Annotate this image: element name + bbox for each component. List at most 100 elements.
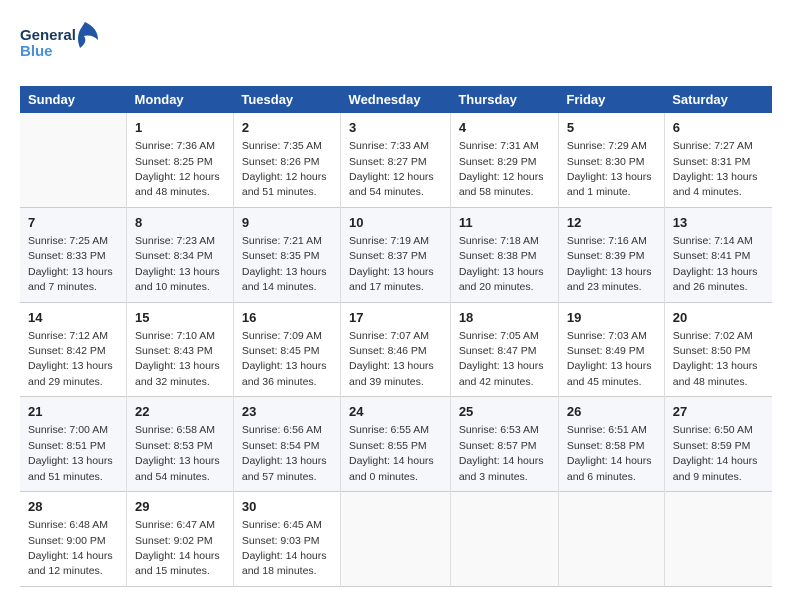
week-row-4: 21 Sunrise: 7:00 AM Sunset: 8:51 PM Dayli… xyxy=(20,397,772,492)
day-info: Sunrise: 7:18 AM Sunset: 8:38 PM Dayligh… xyxy=(459,235,544,293)
day-cell xyxy=(558,492,664,587)
day-info: Sunrise: 7:21 AM Sunset: 8:35 PM Dayligh… xyxy=(242,235,327,293)
day-cell xyxy=(450,492,558,587)
day-number: 7 xyxy=(28,214,118,232)
day-info: Sunrise: 6:45 AM Sunset: 9:03 PM Dayligh… xyxy=(242,519,327,577)
day-number: 24 xyxy=(349,403,442,421)
day-number: 17 xyxy=(349,309,442,327)
day-cell: 9 Sunrise: 7:21 AM Sunset: 8:35 PM Daylig… xyxy=(233,207,340,302)
logo-svg: General Blue xyxy=(20,20,100,70)
day-number: 6 xyxy=(673,119,764,137)
day-number: 4 xyxy=(459,119,550,137)
day-number: 27 xyxy=(673,403,764,421)
day-info: Sunrise: 7:03 AM Sunset: 8:49 PM Dayligh… xyxy=(567,330,652,388)
day-cell: 8 Sunrise: 7:23 AM Sunset: 8:34 PM Daylig… xyxy=(127,207,234,302)
svg-text:Blue: Blue xyxy=(20,43,53,60)
day-info: Sunrise: 7:14 AM Sunset: 8:41 PM Dayligh… xyxy=(673,235,758,293)
col-header-tuesday: Tuesday xyxy=(233,86,340,113)
day-number: 16 xyxy=(242,309,332,327)
day-info: Sunrise: 6:53 AM Sunset: 8:57 PM Dayligh… xyxy=(459,424,544,482)
day-cell: 3Sunrise: 7:33 AM Sunset: 8:27 PM Daylig… xyxy=(341,113,451,207)
day-cell xyxy=(20,113,127,207)
day-cell: 18 Sunrise: 7:05 AM Sunset: 8:47 PM Dayli… xyxy=(450,302,558,397)
day-number: 13 xyxy=(673,214,764,232)
day-number: 12 xyxy=(567,214,656,232)
day-number: 20 xyxy=(673,309,764,327)
day-cell: 21 Sunrise: 7:00 AM Sunset: 8:51 PM Dayli… xyxy=(20,397,127,492)
week-row-1: 1 Sunrise: 7:36 AM Sunset: 8:25 PM Daylig… xyxy=(20,113,772,207)
day-info: Sunrise: 6:47 AM Sunset: 9:02 PM Dayligh… xyxy=(135,519,220,577)
col-header-thursday: Thursday xyxy=(450,86,558,113)
day-number: 19 xyxy=(567,309,656,327)
day-cell xyxy=(664,492,772,587)
day-cell: 1 Sunrise: 7:36 AM Sunset: 8:25 PM Daylig… xyxy=(127,113,234,207)
day-cell: 20 Sunrise: 7:02 AM Sunset: 8:50 PM Dayli… xyxy=(664,302,772,397)
col-header-sunday: Sunday xyxy=(20,86,127,113)
day-cell: 30 Sunrise: 6:45 AM Sunset: 9:03 PM Dayli… xyxy=(233,492,340,587)
page-header: General Blue xyxy=(20,20,772,70)
day-number: 10 xyxy=(349,214,442,232)
day-info: Sunrise: 7:09 AM Sunset: 8:45 PM Dayligh… xyxy=(242,330,327,388)
day-info: Sunrise: 7:23 AM Sunset: 8:34 PM Dayligh… xyxy=(135,235,220,293)
day-info: Sunrise: 7:29 AM Sunset: 8:30 PM Dayligh… xyxy=(567,140,652,198)
day-number: 14 xyxy=(28,309,118,327)
day-info: Sunrise: 7:10 AM Sunset: 8:43 PM Dayligh… xyxy=(135,330,220,388)
day-cell: 6 Sunrise: 7:27 AM Sunset: 8:31 PM Daylig… xyxy=(664,113,772,207)
day-number: 22 xyxy=(135,403,225,421)
day-number: 1 xyxy=(135,119,225,137)
svg-text:General: General xyxy=(20,27,76,44)
day-info: Sunrise: 6:55 AM Sunset: 8:55 PM Dayligh… xyxy=(349,424,434,482)
day-number: 18 xyxy=(459,309,550,327)
day-number: 29 xyxy=(135,498,225,516)
week-row-3: 14 Sunrise: 7:12 AM Sunset: 8:42 PM Dayli… xyxy=(20,302,772,397)
day-info: Sunrise: 7:02 AM Sunset: 8:50 PM Dayligh… xyxy=(673,330,758,388)
day-cell: 24 Sunrise: 6:55 AM Sunset: 8:55 PM Dayli… xyxy=(341,397,451,492)
day-number: 25 xyxy=(459,403,550,421)
day-cell: 27 Sunrise: 6:50 AM Sunset: 8:59 PM Dayli… xyxy=(664,397,772,492)
day-cell: 2 Sunrise: 7:35 AM Sunset: 8:26 PM Daylig… xyxy=(233,113,340,207)
day-cell: 13 Sunrise: 7:14 AM Sunset: 8:41 PM Dayli… xyxy=(664,207,772,302)
day-info: Sunrise: 7:00 AM Sunset: 8:51 PM Dayligh… xyxy=(28,424,113,482)
day-number: 8 xyxy=(135,214,225,232)
day-info: Sunrise: 7:35 AM Sunset: 8:26 PM Dayligh… xyxy=(242,140,327,198)
day-number: 28 xyxy=(28,498,118,516)
calendar-table: SundayMondayTuesdayWednesdayThursdayFrid… xyxy=(20,86,772,587)
week-row-2: 7 Sunrise: 7:25 AM Sunset: 8:33 PM Daylig… xyxy=(20,207,772,302)
day-info: Sunrise: 7:36 AM Sunset: 8:25 PM Dayligh… xyxy=(135,140,220,198)
col-header-friday: Friday xyxy=(558,86,664,113)
day-number: 26 xyxy=(567,403,656,421)
day-info: Sunrise: 6:50 AM Sunset: 8:59 PM Dayligh… xyxy=(673,424,758,482)
day-info: Sunrise: 7:33 AM Sunset: 8:27 PM Dayligh… xyxy=(349,140,434,198)
day-number: 11 xyxy=(459,214,550,232)
day-number: 9 xyxy=(242,214,332,232)
day-info: Sunrise: 7:12 AM Sunset: 8:42 PM Dayligh… xyxy=(28,330,113,388)
day-cell: 5 Sunrise: 7:29 AM Sunset: 8:30 PM Daylig… xyxy=(558,113,664,207)
col-header-monday: Monday xyxy=(127,86,234,113)
day-cell: 17 Sunrise: 7:07 AM Sunset: 8:46 PM Dayli… xyxy=(341,302,451,397)
column-header-row: SundayMondayTuesdayWednesdayThursdayFrid… xyxy=(20,86,772,113)
day-cell: 26Sunrise: 6:51 AM Sunset: 8:58 PM Dayli… xyxy=(558,397,664,492)
day-number: 5 xyxy=(567,119,656,137)
day-cell: 4Sunrise: 7:31 AM Sunset: 8:29 PM Daylig… xyxy=(450,113,558,207)
day-number: 23 xyxy=(242,403,332,421)
day-cell: 12 Sunrise: 7:16 AM Sunset: 8:39 PM Dayli… xyxy=(558,207,664,302)
day-info: Sunrise: 6:58 AM Sunset: 8:53 PM Dayligh… xyxy=(135,424,220,482)
day-info: Sunrise: 7:16 AM Sunset: 8:39 PM Dayligh… xyxy=(567,235,652,293)
day-number: 15 xyxy=(135,309,225,327)
day-info: Sunrise: 6:56 AM Sunset: 8:54 PM Dayligh… xyxy=(242,424,327,482)
day-info: Sunrise: 7:19 AM Sunset: 8:37 PM Dayligh… xyxy=(349,235,434,293)
day-number: 30 xyxy=(242,498,332,516)
day-number: 2 xyxy=(242,119,332,137)
day-number: 21 xyxy=(28,403,118,421)
week-row-5: 28 Sunrise: 6:48 AM Sunset: 9:00 PM Dayli… xyxy=(20,492,772,587)
day-info: Sunrise: 6:48 AM Sunset: 9:00 PM Dayligh… xyxy=(28,519,113,577)
day-info: Sunrise: 7:27 AM Sunset: 8:31 PM Dayligh… xyxy=(673,140,758,198)
day-info: Sunrise: 7:07 AM Sunset: 8:46 PM Dayligh… xyxy=(349,330,434,388)
day-info: Sunrise: 7:05 AM Sunset: 8:47 PM Dayligh… xyxy=(459,330,544,388)
col-header-wednesday: Wednesday xyxy=(341,86,451,113)
day-cell: 15 Sunrise: 7:10 AM Sunset: 8:43 PM Dayli… xyxy=(127,302,234,397)
day-info: Sunrise: 7:25 AM Sunset: 8:33 PM Dayligh… xyxy=(28,235,113,293)
day-cell: 23 Sunrise: 6:56 AM Sunset: 8:54 PM Dayli… xyxy=(233,397,340,492)
day-cell: 16 Sunrise: 7:09 AM Sunset: 8:45 PM Dayli… xyxy=(233,302,340,397)
day-cell: 19 Sunrise: 7:03 AM Sunset: 8:49 PM Dayli… xyxy=(558,302,664,397)
